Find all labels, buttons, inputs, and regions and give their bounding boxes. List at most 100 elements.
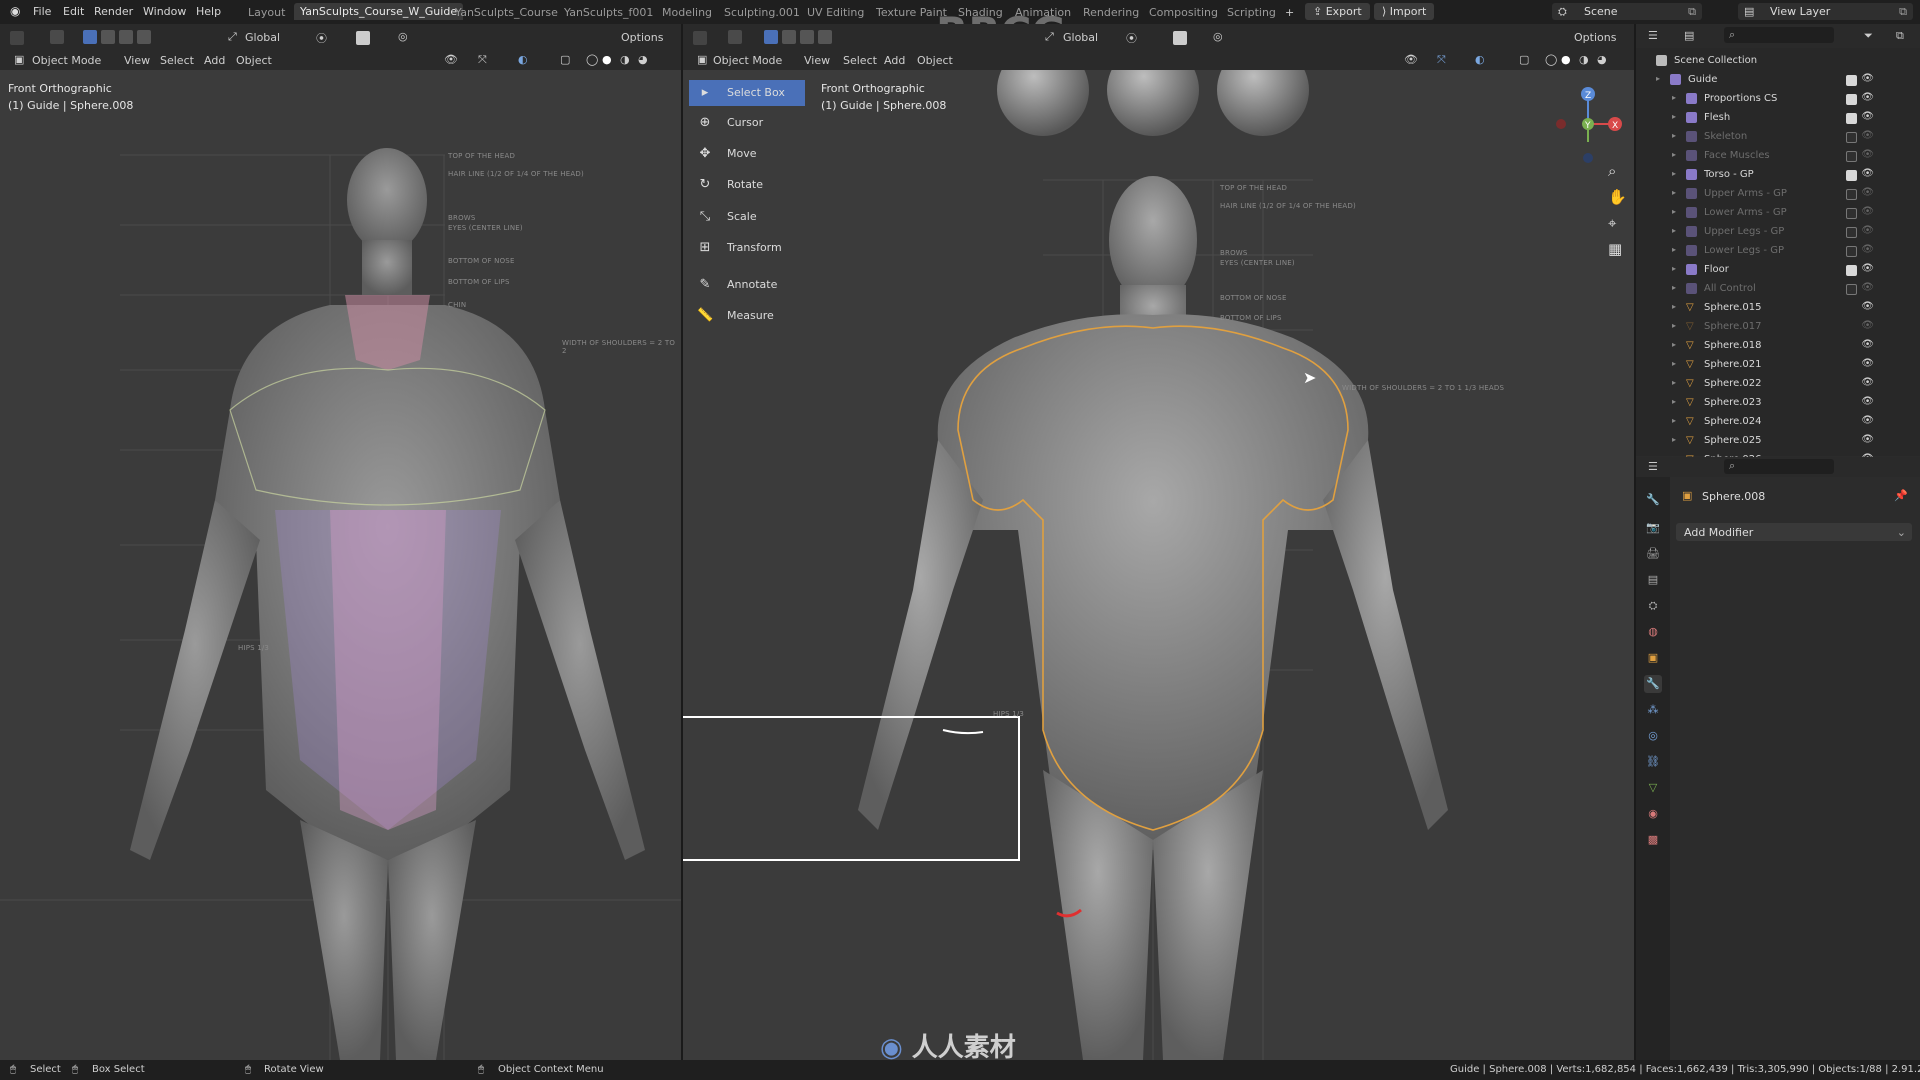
outliner-row[interactable]: ▸ ▽ Sphere.015 👁 — [1636, 299, 1879, 318]
expand-arrow-icon[interactable]: ▸ — [1672, 207, 1676, 216]
snap-icon[interactable] — [1173, 31, 1187, 45]
selection-extend-icon[interactable] — [101, 30, 115, 44]
object-name[interactable]: Sphere.008 — [1702, 490, 1765, 503]
menu-select[interactable]: Select — [160, 54, 194, 67]
pan-hand-icon[interactable]: ✋ — [1608, 188, 1627, 206]
menu-edit[interactable]: Edit — [63, 5, 84, 18]
camera-icon[interactable]: ⌖ — [1608, 214, 1616, 232]
tab-yansculpts-course-w-guide[interactable]: YanSculpts_Course_W_Guide — [294, 3, 464, 20]
visibility-eye-icon[interactable]: 👁 — [1861, 73, 1874, 84]
export-button[interactable]: ⇪ Export — [1305, 3, 1370, 20]
outliner-row[interactable]: ▸ All Control 👁 — [1636, 280, 1879, 299]
expand-arrow-icon[interactable]: ▸ — [1672, 264, 1676, 273]
properties-search-input[interactable]: ⌕ — [1724, 459, 1834, 474]
tool-annotate[interactable]: ✎ Annotate — [689, 272, 805, 298]
constraints-tab-icon[interactable]: ⛓ — [1644, 753, 1662, 771]
expand-arrow-icon[interactable]: ▸ — [1672, 416, 1676, 425]
tab-layout[interactable]: Layout — [248, 6, 285, 19]
xray-icon[interactable]: ▢ — [1519, 53, 1529, 66]
exclude-checkbox[interactable] — [1846, 151, 1857, 162]
menu-window[interactable]: Window — [143, 5, 186, 18]
editor-type-icon[interactable]: ☰ — [1648, 460, 1658, 473]
object-mode-dropdown[interactable]: Object Mode — [713, 54, 782, 67]
left-viewport[interactable]: Front Orthographic (1) Guide | Sphere.00… — [0, 70, 681, 1060]
menu-select[interactable]: Select — [843, 54, 877, 67]
visibility-eye-icon[interactable]: 👁 — [1861, 263, 1874, 274]
selection-subtract-icon[interactable] — [119, 30, 133, 44]
proportional-edit-icon[interactable]: ◎ — [398, 30, 408, 43]
menu-add[interactable]: Add — [204, 54, 225, 67]
menu-render[interactable]: Render — [94, 5, 133, 18]
visibility-eye-icon[interactable]: 👁 — [1861, 92, 1874, 103]
selection-subtract-icon[interactable] — [800, 30, 814, 44]
outliner-row[interactable]: ▸ Upper Arms - GP 👁 — [1636, 185, 1879, 204]
modifier-tab-icon[interactable]: 🔧 — [1644, 675, 1662, 693]
exclude-checkbox[interactable] — [1846, 227, 1857, 238]
exclude-checkbox[interactable] — [1846, 284, 1857, 295]
object-mode-dropdown[interactable]: Object Mode — [32, 54, 101, 67]
tab-scripting[interactable]: Scripting — [1227, 6, 1276, 19]
expand-arrow-icon[interactable]: ▸ — [1672, 435, 1676, 444]
ortho-grid-icon[interactable]: ▦ — [1608, 240, 1622, 258]
expand-arrow-icon[interactable]: ▸ — [1672, 321, 1676, 330]
new-view-layer-icon[interactable]: ⧉ — [1899, 5, 1907, 19]
outliner-row[interactable]: ▸ Upper Legs - GP 👁 — [1636, 223, 1879, 242]
visibility-eye-icon[interactable]: 👁 — [1861, 225, 1874, 236]
menu-file[interactable]: File — [33, 5, 51, 18]
outliner-search-input[interactable]: ⌕ — [1724, 27, 1834, 43]
editor-type-icon[interactable] — [10, 31, 24, 45]
add-workspace-button[interactable]: + — [1285, 6, 1294, 19]
tool-scale[interactable]: ⤡ Scale — [689, 204, 805, 230]
expand-arrow-icon[interactable]: ▸ — [1672, 397, 1676, 406]
outliner-row[interactable]: ▸ ▽ Sphere.023 👁 — [1636, 394, 1879, 413]
scene-tab-icon[interactable]: ⛭ — [1644, 597, 1662, 615]
exclude-checkbox[interactable] — [1846, 208, 1857, 219]
visibility-eye-icon[interactable]: 👁 — [1861, 244, 1874, 255]
selection-extend-icon[interactable] — [782, 30, 796, 44]
view-layer-tab-icon[interactable]: ▤ — [1644, 571, 1662, 589]
wireframe-shading-icon[interactable]: ◯ — [1545, 53, 1557, 66]
new-collection-icon[interactable]: ⧉ — [1896, 29, 1904, 43]
gizmo-icon[interactable]: ⤧ — [478, 53, 487, 67]
menu-view[interactable]: View — [124, 54, 150, 67]
expand-arrow-icon[interactable]: ▸ — [1672, 302, 1676, 311]
visibility-eye-icon[interactable]: 👁 — [1861, 320, 1874, 331]
exclude-checkbox[interactable] — [1846, 170, 1857, 181]
visibility-eye-icon[interactable]: 👁 — [1861, 149, 1874, 160]
tool-select-box[interactable]: ▸ Select Box — [689, 80, 805, 106]
visibility-eye-icon[interactable]: 👁 — [1861, 168, 1874, 179]
particles-tab-icon[interactable]: ⁂ — [1644, 701, 1662, 719]
visibility-eye-icon[interactable]: 👁 — [1861, 358, 1874, 369]
transform-orientation-dropdown[interactable]: Global — [245, 31, 280, 44]
transform-orientation-dropdown[interactable]: Global — [1063, 31, 1098, 44]
visibility-eye-icon[interactable]: 👁 — [1861, 130, 1874, 141]
solid-shading-icon[interactable]: ● — [602, 53, 612, 66]
editor-type-icon[interactable] — [693, 31, 707, 45]
tool-move[interactable]: ✥ Move — [689, 141, 805, 167]
selection-box-mode-icon[interactable] — [83, 30, 97, 44]
visibility-eye-icon[interactable]: 👁 — [1861, 282, 1874, 293]
expand-arrow-icon[interactable]: ▸ — [1672, 150, 1676, 159]
expand-arrow-icon[interactable]: ▸ — [1656, 74, 1660, 83]
tab-yansculpts-f001[interactable]: YanSculpts_f001 — [564, 6, 653, 19]
object-tab-icon[interactable]: ▣ — [1644, 649, 1662, 667]
options-dropdown[interactable]: Options — [1574, 31, 1616, 44]
editor-type-icon[interactable]: ☰ — [1648, 29, 1658, 42]
tab-sculpting[interactable]: Sculpting.001 — [724, 6, 800, 19]
expand-arrow-icon[interactable]: ▸ — [1672, 359, 1676, 368]
tab-rendering[interactable]: Rendering — [1083, 6, 1139, 19]
tab-uv-editing[interactable]: UV Editing — [807, 6, 864, 19]
outliner-row[interactable]: ▸ Proportions CS 👁 — [1636, 90, 1879, 109]
outliner-row[interactable]: ▸ ▽ Sphere.022 👁 — [1636, 375, 1879, 394]
tool-transform[interactable]: ⊞ Transform — [689, 235, 805, 261]
expand-arrow-icon[interactable]: ▸ — [1672, 93, 1676, 102]
visibility-icon[interactable]: 👁 — [444, 53, 458, 66]
view-layer-selector[interactable]: ▤ View Layer ⧉ — [1738, 3, 1913, 20]
outliner-row[interactable]: ▸ Guide 👁 — [1636, 71, 1879, 90]
tab-modeling[interactable]: Modeling — [662, 6, 712, 19]
exclude-checkbox[interactable] — [1846, 189, 1857, 200]
scene-selector[interactable]: ⛭ Scene ⧉ — [1552, 3, 1702, 20]
gizmo-icon[interactable]: ⤧ — [1437, 53, 1446, 67]
tool-cursor[interactable]: ⊕ Cursor — [689, 110, 805, 136]
outliner-row[interactable]: ▸ ▽ Sphere.018 👁 — [1636, 337, 1879, 356]
